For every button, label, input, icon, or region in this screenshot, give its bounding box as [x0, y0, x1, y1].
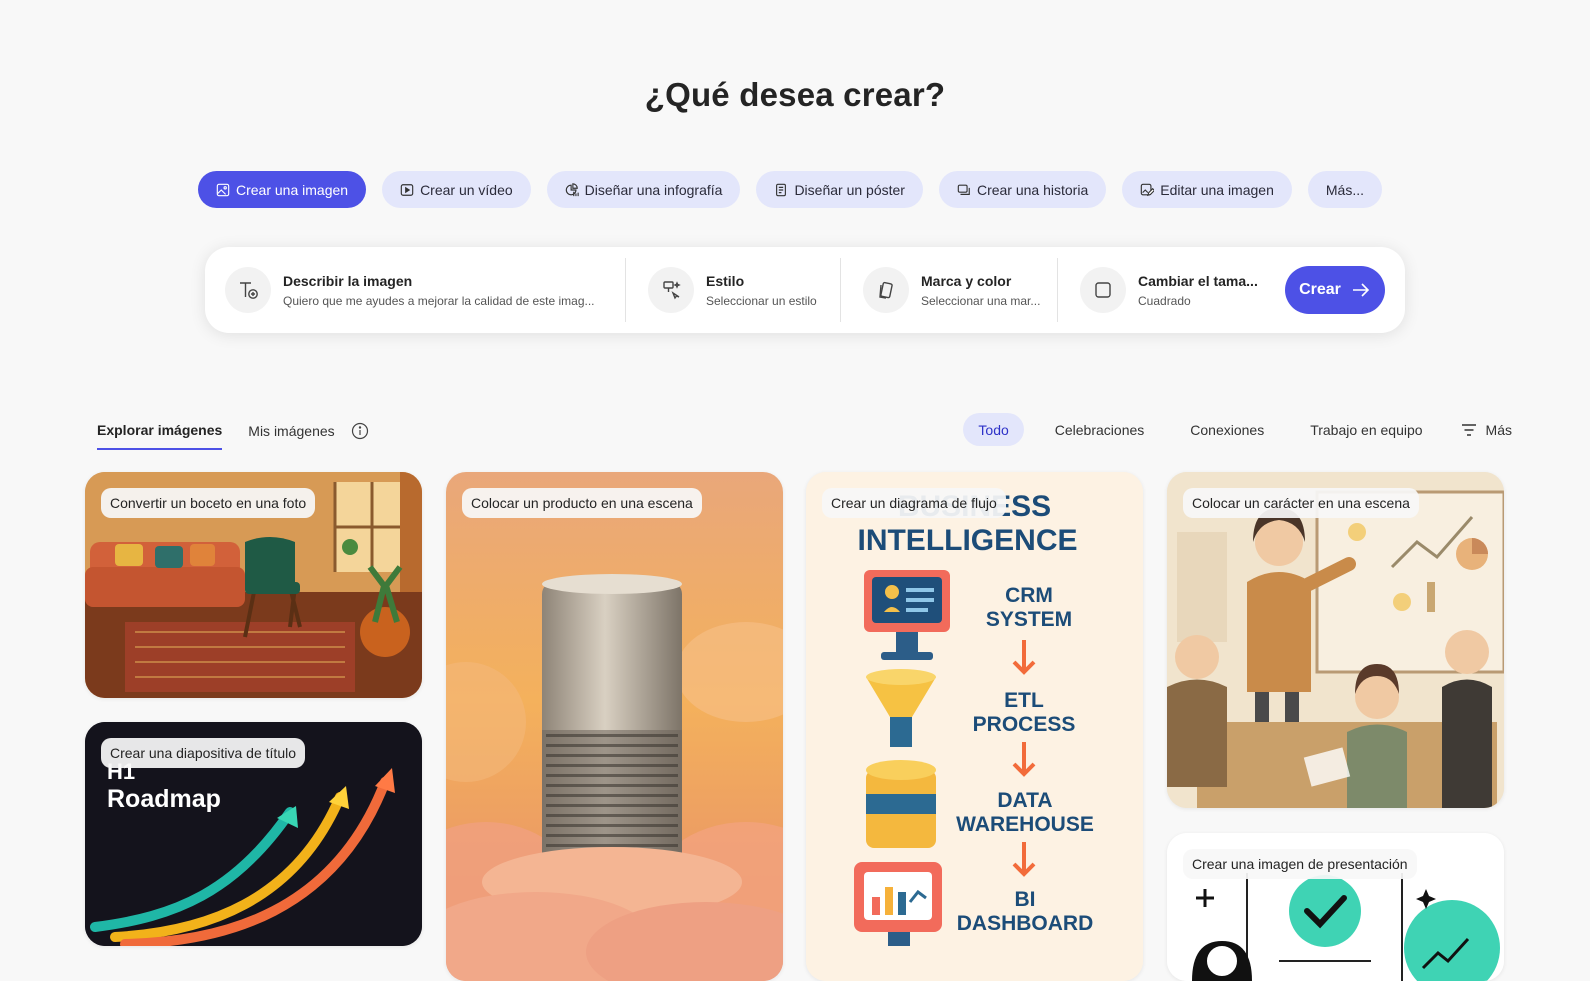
tab-my-images[interactable]: Mis imágenes — [248, 423, 334, 449]
pill-label: Editar una imagen — [1160, 181, 1274, 198]
pill-create-image[interactable]: Crear una imagen — [198, 171, 367, 208]
text-add-icon — [225, 267, 271, 313]
create-button[interactable]: Crear — [1285, 266, 1385, 314]
pill-label: Crear un vídeo — [420, 181, 513, 198]
video-icon — [400, 183, 414, 196]
brand-value: Seleccionar una mar... — [921, 293, 1041, 308]
bi-step-data: DATA — [997, 789, 1053, 812]
describe-value: Quiero que me ayudes a mejorar la calida… — [283, 293, 595, 308]
pill-label: Crear una imagen — [236, 181, 349, 198]
pill-infographic[interactable]: Diseñar una infografía — [546, 171, 741, 208]
category-filters: Todo Celebraciones Conexiones Trabajo en… — [963, 413, 1512, 446]
more-filters-button[interactable]: Más — [1454, 421, 1512, 439]
card-label: Crear una imagen de presentación — [1183, 849, 1417, 879]
filter-teamwork[interactable]: Trabajo en equipo — [1295, 413, 1437, 446]
card-label: Colocar un producto en una escena — [462, 488, 702, 518]
card-label: Colocar un carácter en una escena — [1183, 488, 1419, 518]
smart-speaker-image — [446, 472, 783, 981]
pill-label: Más... — [1325, 181, 1364, 198]
tab-explore-images[interactable]: Explorar imágenes — [97, 422, 223, 450]
divider — [1057, 258, 1058, 322]
bi-step-system: SYSTEM — [985, 608, 1073, 631]
meeting-illustration-image — [1167, 472, 1504, 808]
style-icon — [648, 267, 694, 313]
card-sketch-to-photo[interactable]: Convertir un boceto en una foto — [85, 472, 422, 698]
card-label: Crear un diagrama de flujo — [822, 488, 1006, 518]
card-flowchart[interactable]: BUSINESS INTELLIGENCE CRM SYSTEM ETL PRO… — [806, 472, 1143, 981]
edit-image-icon — [1140, 183, 1155, 196]
card-title-slide[interactable]: H1 Roadmap Crear una diapositiva de títu… — [85, 722, 422, 946]
divider — [625, 258, 626, 322]
pill-poster[interactable]: Diseñar un póster — [756, 171, 923, 208]
filter-all[interactable]: Todo — [963, 413, 1024, 446]
style-title: Estilo — [706, 272, 745, 289]
card-character-scene[interactable]: Colocar un carácter en una escena — [1167, 472, 1504, 808]
resize-field[interactable]: Cambiar el tama... Cuadrado — [1080, 247, 1258, 333]
brand-color-field[interactable]: Marca y color Seleccionar una mar... — [863, 247, 1040, 333]
resize-value: Cuadrado — [1138, 293, 1191, 308]
bi-step-crm: CRM — [1005, 584, 1053, 607]
bi-step-bi: BI — [1014, 888, 1036, 911]
poster-icon — [776, 183, 787, 196]
create-label: Crear — [1299, 281, 1341, 298]
bi-step-warehouse: WAREHOUSE — [956, 813, 1094, 836]
bi-step-etl: ETL — [1004, 689, 1044, 712]
divider — [840, 258, 841, 322]
bi-title-line2: INTELLIGENCE — [857, 524, 1078, 557]
page-title: ¿Qué desea crear? — [644, 76, 946, 113]
filter-connections[interactable]: Conexiones — [1175, 413, 1279, 446]
resize-title: Cambiar el tama... — [1138, 272, 1258, 289]
describe-title: Describir la imagen — [283, 272, 413, 289]
filter-celebrations[interactable]: Celebraciones — [1040, 413, 1160, 446]
describe-image-field[interactable]: Describir la imagen Quiero que me ayudes… — [225, 247, 603, 333]
gallery-tabs: Explorar imágenes Mis imágenes — [97, 422, 369, 450]
brand-color-icon — [863, 267, 909, 313]
card-product-scene[interactable]: Colocar un producto en una escena — [446, 472, 783, 981]
card-presentation-image[interactable]: Crear una imagen de presentación — [1167, 833, 1504, 981]
pill-edit-image[interactable]: Editar una imagen — [1122, 171, 1292, 208]
card-label: Crear una diapositiva de título — [101, 738, 305, 768]
bi-step-dashboard: DASHBOARD — [956, 912, 1094, 935]
pill-label: Diseñar una infografía — [584, 181, 723, 198]
info-icon[interactable] — [351, 422, 369, 440]
story-icon — [957, 184, 970, 195]
pill-story[interactable]: Crear una historia — [938, 171, 1107, 208]
pill-label: Diseñar un póster — [794, 181, 905, 198]
slide-roadmap-text: Roadmap — [107, 785, 221, 813]
card-label: Convertir un boceto en una foto — [101, 488, 316, 518]
more-label: Más — [1485, 421, 1512, 438]
create-type-pills: Crear una imagen Crear un vídeo Diseñar … — [198, 171, 1382, 208]
filter-icon — [1461, 423, 1476, 436]
pill-label: Crear una historia — [976, 181, 1089, 198]
bi-step-process: PROCESS — [972, 713, 1076, 736]
square-icon — [1080, 267, 1126, 313]
infographic-icon — [565, 182, 579, 196]
style-value: Seleccionar un estilo — [706, 293, 817, 308]
pill-more[interactable]: Más... — [1307, 171, 1382, 208]
prompt-bar: Describir la imagen Quiero que me ayudes… — [205, 247, 1405, 333]
create-page: ¿Qué desea crear? Crear una imagen Crear… — [0, 0, 1590, 981]
arrow-right-icon — [1352, 283, 1370, 297]
brand-title: Marca y color — [921, 272, 1012, 289]
pill-create-video[interactable]: Crear un vídeo — [382, 171, 531, 208]
image-icon — [216, 183, 230, 196]
style-field[interactable]: Estilo Seleccionar un estilo — [648, 247, 818, 333]
